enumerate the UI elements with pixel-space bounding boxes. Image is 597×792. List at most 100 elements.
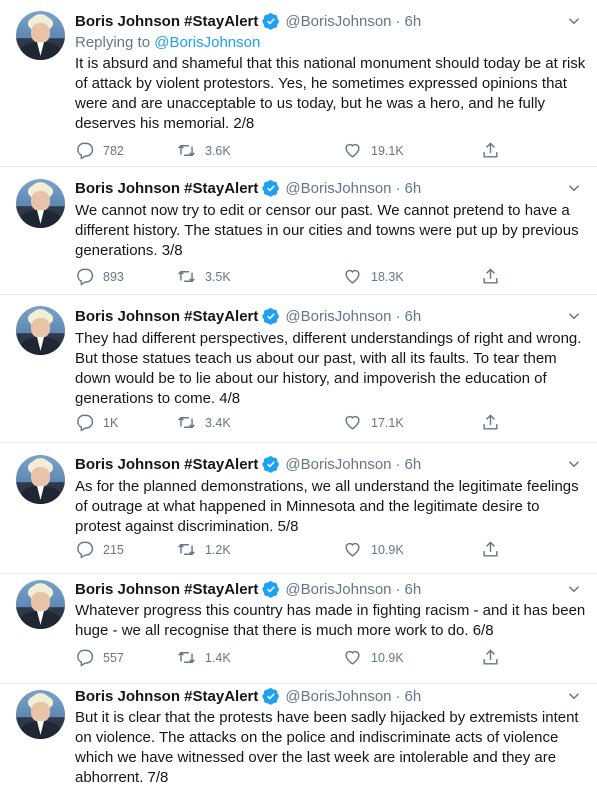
reply-count: 893 bbox=[103, 269, 124, 284]
like-button[interactable]: 18.3K bbox=[343, 267, 404, 286]
timestamp[interactable]: 6h bbox=[405, 581, 422, 598]
tweet-4-of-8[interactable]: Boris Johnson #StayAlert @BorisJohnson ·… bbox=[0, 295, 597, 443]
timestamp[interactable]: 6h bbox=[405, 13, 422, 30]
reply-icon bbox=[77, 541, 94, 559]
verified-badge-icon bbox=[262, 456, 280, 473]
share-icon bbox=[483, 649, 498, 665]
display-name[interactable]: Boris Johnson #StayAlert bbox=[75, 180, 258, 197]
reply-icon bbox=[77, 649, 94, 667]
reply-icon bbox=[77, 268, 94, 286]
tweet-6-of-8[interactable]: Boris Johnson #StayAlert @BorisJohnson ·… bbox=[0, 574, 597, 684]
reply-button[interactable]: 893 bbox=[75, 267, 124, 286]
avatar[interactable] bbox=[16, 690, 65, 739]
like-button[interactable]: 10.9K bbox=[343, 648, 404, 667]
display-name[interactable]: Boris Johnson #StayAlert bbox=[75, 581, 258, 598]
chevron-down-icon[interactable] bbox=[565, 179, 583, 197]
like-count: 10.9K bbox=[371, 542, 404, 557]
tweet-text: We cannot now try to edit or censor our … bbox=[75, 202, 579, 259]
timestamp[interactable]: 6h bbox=[405, 308, 422, 325]
chevron-down-icon[interactable] bbox=[565, 455, 583, 473]
tweet-actions: 893 3.5K 18.3K bbox=[75, 267, 505, 287]
tweet-2-of-8[interactable]: Boris Johnson #StayAlert @BorisJohnson ·… bbox=[0, 0, 597, 167]
like-icon bbox=[345, 650, 360, 665]
separator-dot: · bbox=[395, 307, 401, 325]
like-button[interactable]: 19.1K bbox=[343, 141, 404, 160]
verified-badge-icon bbox=[262, 581, 280, 598]
like-count: 18.3K bbox=[371, 269, 404, 284]
tweet-3-of-8[interactable]: Boris Johnson #StayAlert @BorisJohnson ·… bbox=[0, 167, 597, 295]
avatar[interactable] bbox=[16, 179, 65, 228]
tweet-text: They had different perspectives, differe… bbox=[75, 330, 582, 407]
share-button[interactable] bbox=[481, 267, 509, 286]
tweet-actions: 782 3.6K 19.1K bbox=[75, 141, 505, 161]
retweet-count: 1.2K bbox=[205, 542, 231, 557]
share-icon bbox=[483, 142, 498, 158]
tweet-text: But it is clear that the protests have b… bbox=[75, 709, 579, 786]
retweet-icon bbox=[178, 144, 195, 157]
verified-badge-icon bbox=[262, 688, 280, 705]
tweet-header: Boris Johnson #StayAlert @BorisJohnson ·… bbox=[75, 454, 583, 474]
display-name[interactable]: Boris Johnson #StayAlert bbox=[75, 688, 258, 705]
display-name[interactable]: Boris Johnson #StayAlert bbox=[75, 13, 258, 30]
reply-button[interactable]: 1K bbox=[75, 413, 118, 432]
chevron-down-icon[interactable] bbox=[565, 687, 583, 705]
retweet-count: 3.4K bbox=[205, 415, 231, 430]
display-name[interactable]: Boris Johnson #StayAlert bbox=[75, 456, 258, 473]
avatar[interactable] bbox=[16, 306, 65, 355]
tweet-text: It is absurd and shameful that this nati… bbox=[75, 55, 586, 132]
share-icon bbox=[483, 268, 498, 284]
tweet-text: As for the planned demonstrations, we al… bbox=[75, 478, 579, 535]
handle[interactable]: @BorisJohnson bbox=[285, 180, 391, 197]
share-button[interactable] bbox=[481, 141, 509, 160]
timestamp[interactable]: 6h bbox=[405, 456, 422, 473]
tweet-actions: 1K 3.4K 17.1K bbox=[75, 413, 505, 433]
reply-button[interactable]: 215 bbox=[75, 540, 124, 559]
handle[interactable]: @BorisJohnson bbox=[285, 13, 391, 30]
like-count: 19.1K bbox=[371, 143, 404, 158]
chevron-down-icon[interactable] bbox=[565, 307, 583, 325]
timestamp[interactable]: 6h bbox=[405, 688, 422, 705]
share-button[interactable] bbox=[481, 648, 509, 667]
share-button[interactable] bbox=[481, 413, 509, 432]
retweet-button[interactable]: 3.4K bbox=[177, 413, 231, 432]
retweet-button[interactable]: 3.6K bbox=[177, 141, 231, 160]
share-button[interactable] bbox=[481, 540, 509, 559]
retweet-button[interactable]: 3.5K bbox=[177, 267, 231, 286]
retweet-button[interactable]: 1.4K bbox=[177, 648, 231, 667]
reply-count: 1K bbox=[103, 415, 119, 430]
like-button[interactable]: 17.1K bbox=[343, 413, 404, 432]
avatar[interactable] bbox=[16, 11, 65, 60]
handle[interactable]: @BorisJohnson bbox=[285, 456, 391, 473]
reply-count: 215 bbox=[103, 542, 124, 557]
share-icon bbox=[483, 414, 498, 430]
avatar[interactable] bbox=[16, 455, 65, 504]
like-count: 10.9K bbox=[371, 650, 404, 665]
reply-count: 782 bbox=[103, 143, 124, 158]
retweet-button[interactable]: 1.2K bbox=[177, 540, 231, 559]
tweet-5-of-8[interactable]: Boris Johnson #StayAlert @BorisJohnson ·… bbox=[0, 443, 597, 574]
timestamp[interactable]: 6h bbox=[405, 180, 422, 197]
tweet-7-of-8[interactable]: Boris Johnson #StayAlert @BorisJohnson ·… bbox=[0, 684, 597, 792]
handle[interactable]: @BorisJohnson bbox=[285, 688, 391, 705]
tweet-header: Boris Johnson #StayAlert @BorisJohnson ·… bbox=[75, 178, 583, 198]
reply-icon bbox=[77, 414, 94, 432]
handle[interactable]: @BorisJohnson bbox=[285, 308, 391, 325]
separator-dot: · bbox=[395, 580, 401, 598]
reply-button[interactable]: 782 bbox=[75, 141, 124, 160]
replying-to-link[interactable]: @BorisJohnson bbox=[154, 34, 260, 51]
like-button[interactable]: 10.9K bbox=[343, 540, 404, 559]
verified-badge-icon bbox=[262, 13, 280, 30]
tweet-header: Boris Johnson #StayAlert @BorisJohnson ·… bbox=[75, 306, 583, 326]
retweet-icon bbox=[178, 651, 195, 664]
avatar[interactable] bbox=[16, 580, 65, 629]
tweet-actions: 557 1.4K 10.9K bbox=[75, 648, 505, 668]
display-name[interactable]: Boris Johnson #StayAlert bbox=[75, 308, 258, 325]
retweet-icon bbox=[178, 416, 195, 429]
chevron-down-icon[interactable] bbox=[565, 580, 583, 598]
reply-button[interactable]: 557 bbox=[75, 648, 124, 667]
chevron-down-icon[interactable] bbox=[565, 12, 583, 30]
handle[interactable]: @BorisJohnson bbox=[285, 581, 391, 598]
like-icon bbox=[345, 542, 360, 557]
replying-to: Replying to @BorisJohnson bbox=[75, 34, 260, 51]
separator-dot: · bbox=[395, 179, 401, 197]
